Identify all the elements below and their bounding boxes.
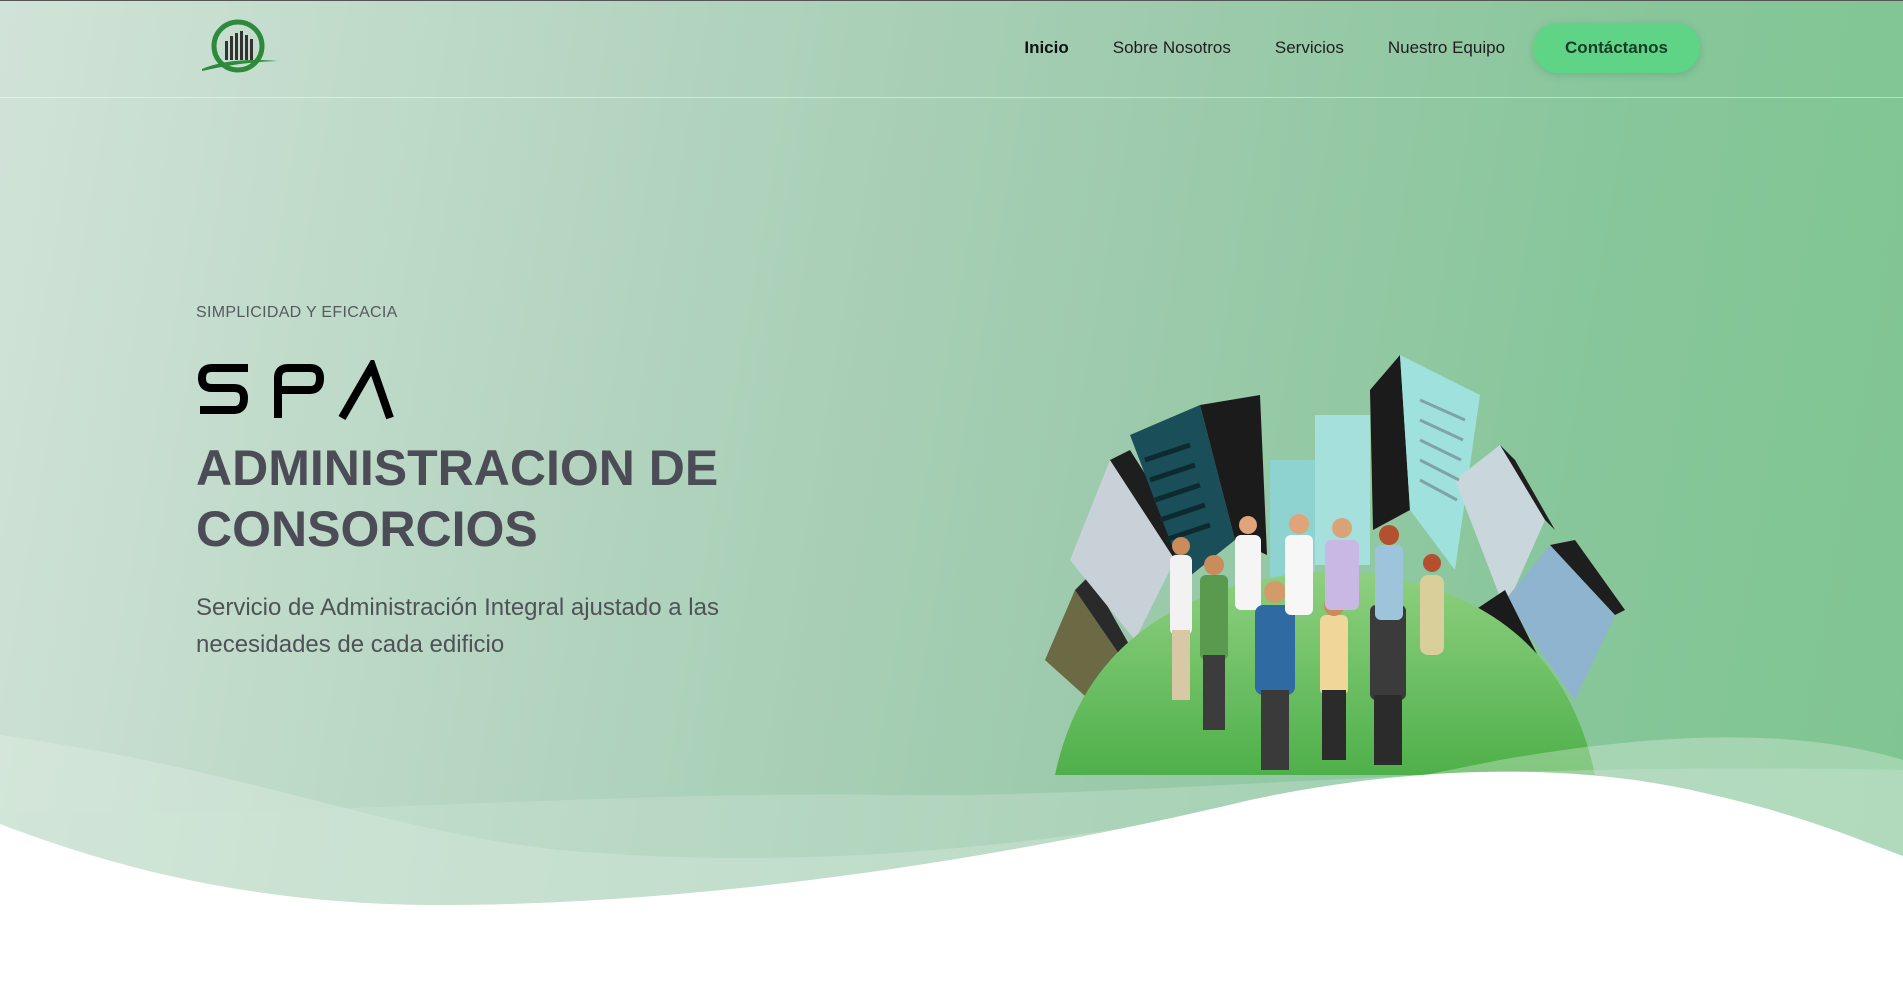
nav-item-nuestro-equipo[interactable]: Nuestro Equipo xyxy=(1388,38,1505,58)
nav-item-servicios[interactable]: Servicios xyxy=(1275,38,1344,58)
spa-wordmark-logo xyxy=(197,360,394,420)
main-nav: Inicio Sobre Nosotros Servicios Nuestro … xyxy=(980,23,1700,73)
building-logo-icon[interactable] xyxy=(200,19,280,79)
hero-section: Inicio Sobre Nosotros Servicios Nuestro … xyxy=(0,0,1903,999)
hero-title: ADMINISTRACION DE CONSORCIOS xyxy=(196,440,719,557)
nav-item-sobre-nosotros[interactable]: Sobre Nosotros xyxy=(1113,38,1231,58)
hero-eyebrow: SIMPLICIDAD Y EFICACIA xyxy=(196,304,398,321)
hero-subtitle: Servicio de Administración Integral ajus… xyxy=(196,594,719,658)
top-border xyxy=(0,0,1903,1)
nav-item-inicio[interactable]: Inicio xyxy=(1024,38,1068,58)
nav-divider xyxy=(0,97,1903,98)
wave-divider xyxy=(0,735,1903,999)
contact-button[interactable]: Contáctanos xyxy=(1533,23,1700,73)
